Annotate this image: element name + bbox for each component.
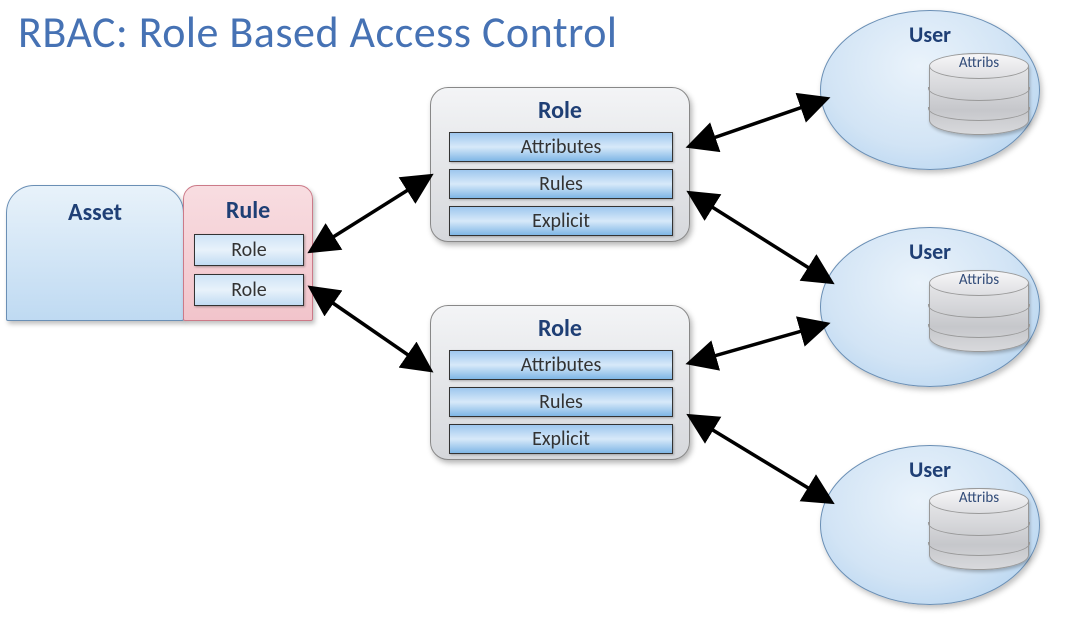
role-item-explicit: Explicit: [449, 206, 673, 236]
person-icon: [837, 484, 907, 588]
diagram-title: RBAC: Role Based Access Control: [18, 5, 618, 59]
attribs-cylinder: Attribs: [929, 53, 1029, 135]
user-node: User Attribs: [820, 445, 1040, 605]
asset-box: Asset: [6, 185, 184, 321]
role-card-label: Role: [431, 314, 689, 343]
role-item-rules: Rules: [449, 169, 673, 199]
attribs-label: Attribs: [929, 54, 1029, 72]
attribs-label: Attribs: [929, 489, 1029, 507]
asset-label: Asset: [7, 198, 183, 227]
role-card: Role Attributes Rules Explicit: [430, 305, 690, 460]
rule-box: Rule Role Role: [183, 185, 313, 321]
rule-label: Rule: [184, 196, 312, 225]
role-card: Role Attributes Rules Explicit: [430, 87, 690, 242]
person-icon: [837, 266, 907, 370]
user-label: User: [821, 21, 1039, 48]
role-item-attributes: Attributes: [449, 350, 673, 380]
user-label: User: [821, 238, 1039, 265]
role-item-explicit: Explicit: [449, 424, 673, 454]
attribs-label: Attribs: [929, 271, 1029, 289]
rule-role-pill: Role: [194, 274, 304, 306]
attribs-cylinder: Attribs: [929, 488, 1029, 570]
role-item-rules: Rules: [449, 387, 673, 417]
user-node: User Attribs: [820, 227, 1040, 387]
person-icon: [837, 49, 907, 153]
attribs-cylinder: Attribs: [929, 270, 1029, 352]
rule-role-pill: Role: [194, 234, 304, 266]
user-label: User: [821, 456, 1039, 483]
role-card-label: Role: [431, 96, 689, 125]
user-node: User Attribs: [820, 10, 1040, 170]
role-item-attributes: Attributes: [449, 132, 673, 162]
